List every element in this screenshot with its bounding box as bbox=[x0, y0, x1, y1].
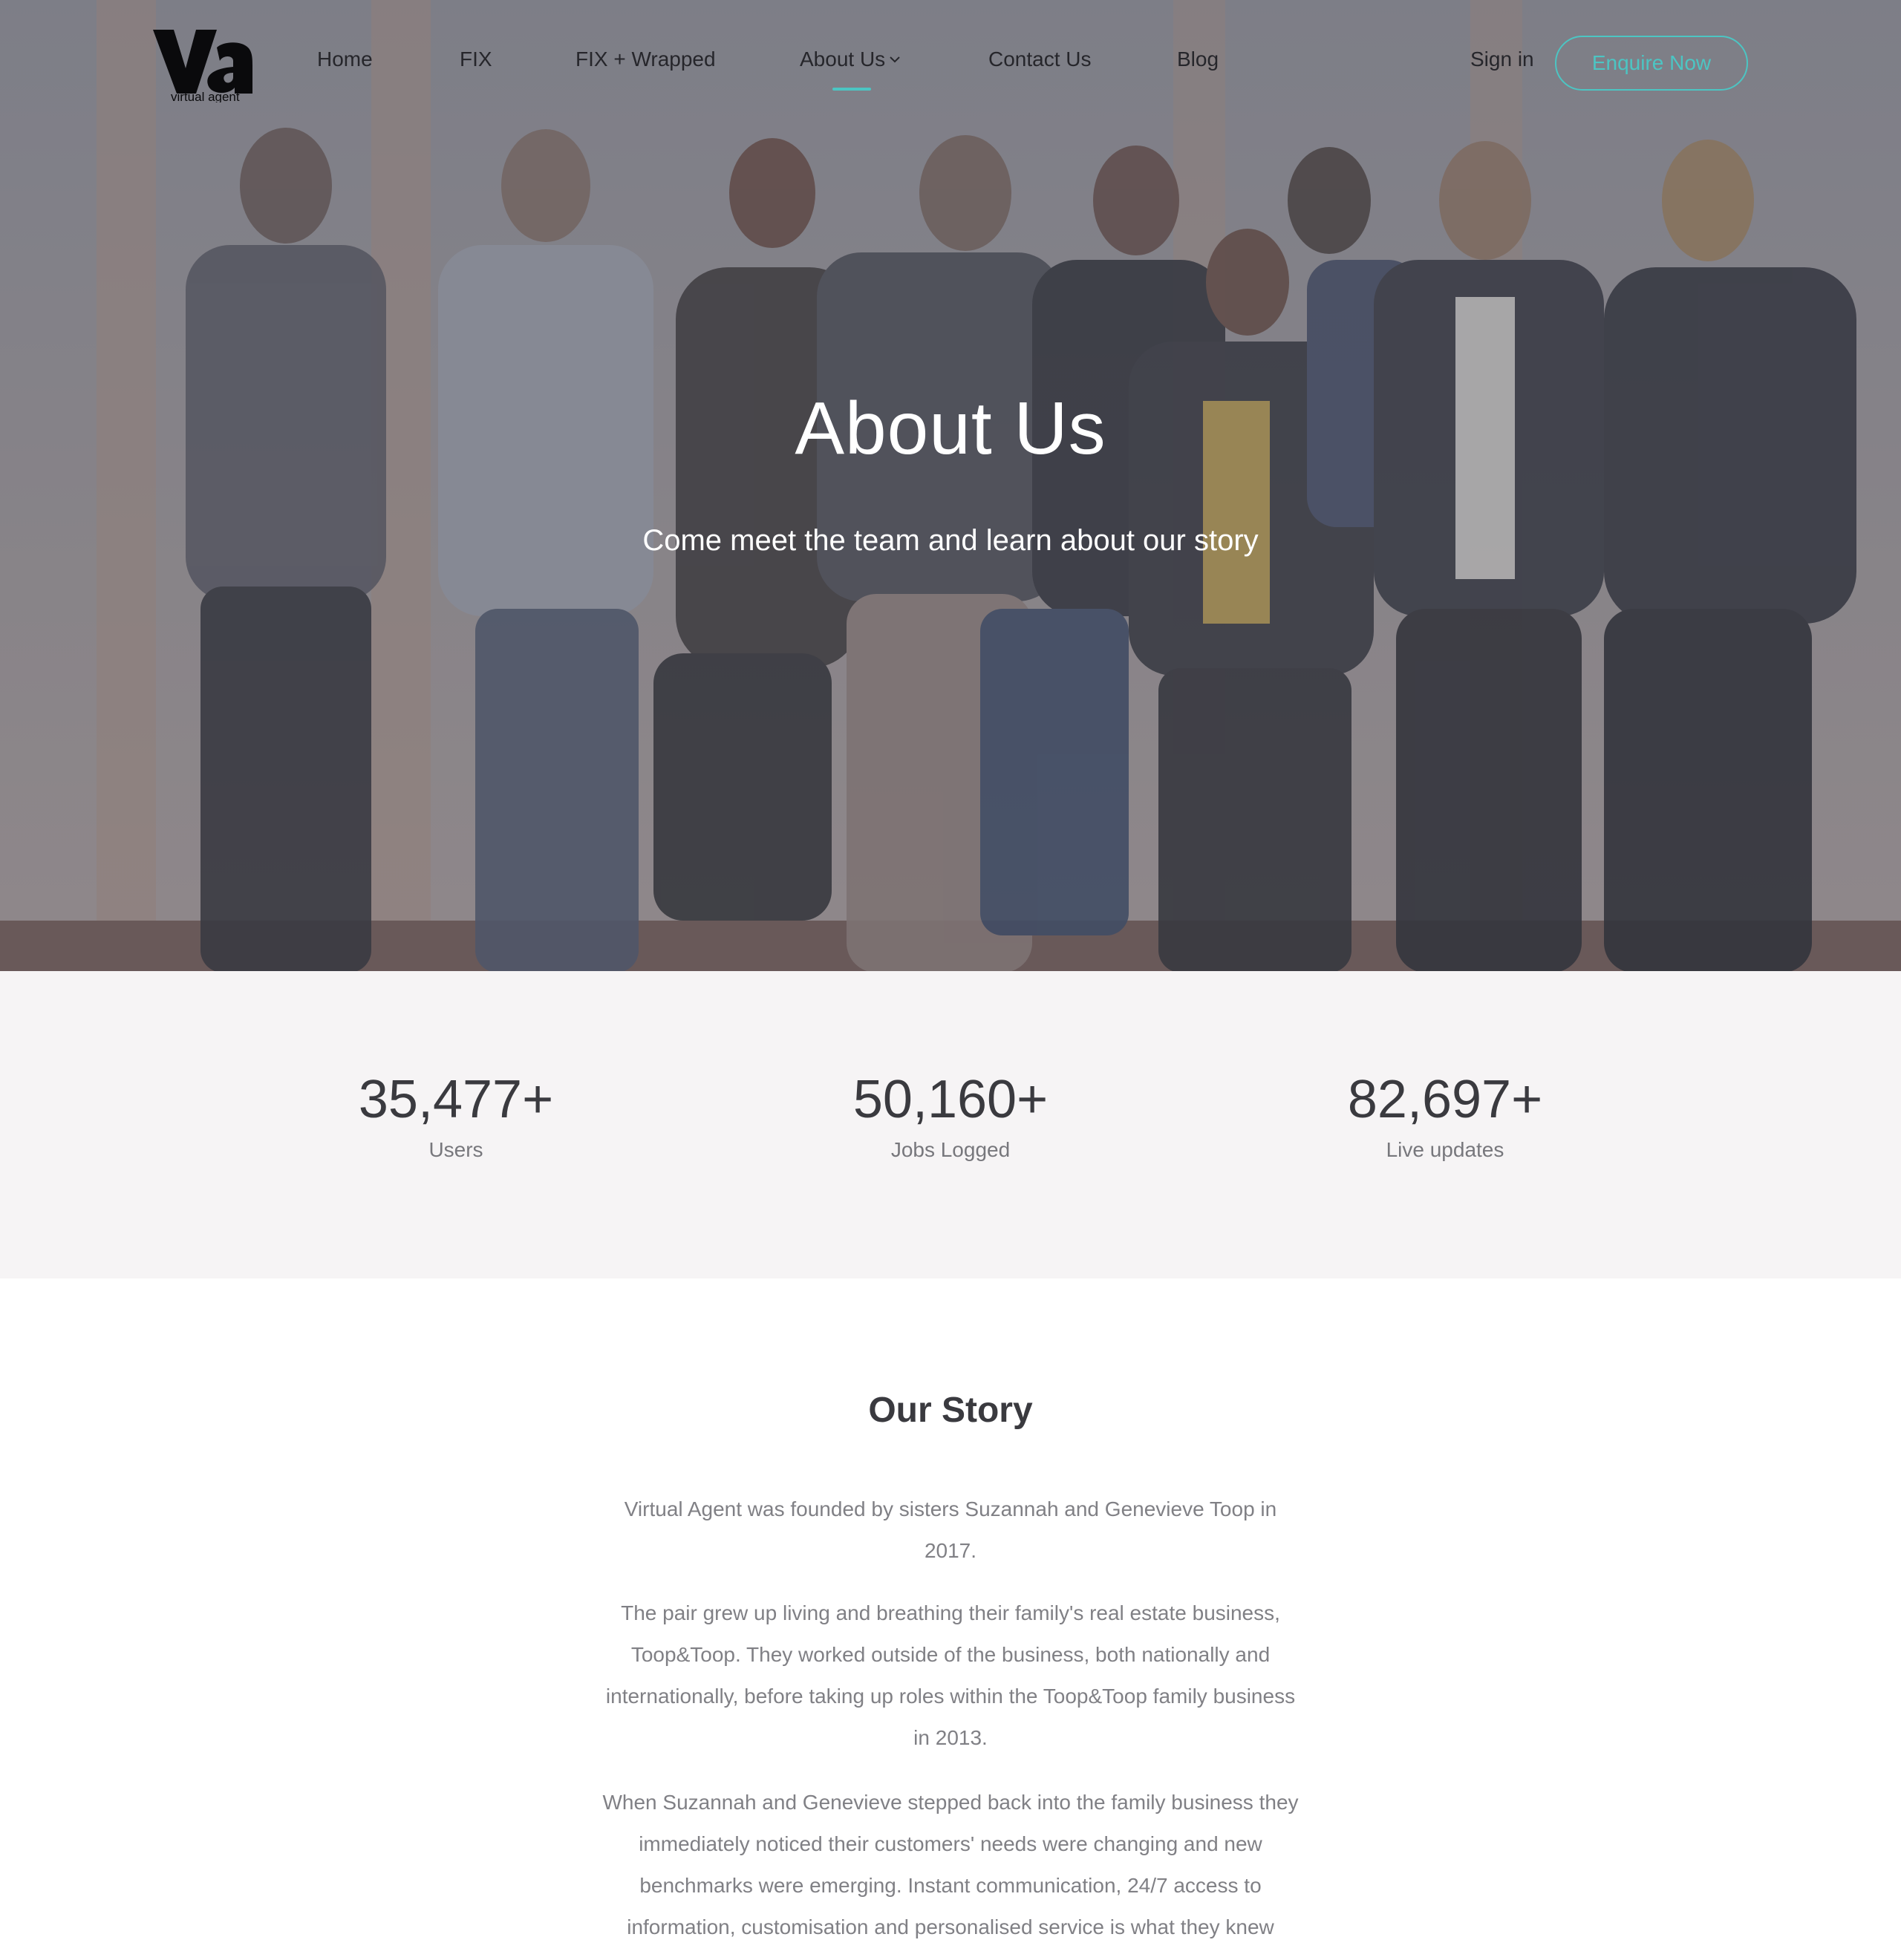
nav-contact-us[interactable]: Contact Us bbox=[988, 48, 1092, 71]
virtual-agent-logo[interactable]: virtual agent bbox=[151, 25, 255, 102]
stat-live-updates: 82,697+ Live updates bbox=[1259, 1070, 1631, 1162]
story-paragraph: When Suzannah and Genevieve stepped back… bbox=[602, 1791, 1299, 1938]
stat-label: Jobs Logged bbox=[890, 1138, 1011, 1162]
hero-section: virtual agent Home FIX FIX + Wrapped Abo… bbox=[0, 0, 1901, 971]
nav-about-us[interactable]: About Us bbox=[800, 48, 900, 91]
nav-blog[interactable]: Blog bbox=[1177, 48, 1219, 71]
nav-about-us-label: About Us bbox=[800, 48, 886, 71]
page-title: About Us bbox=[795, 387, 1106, 470]
nav-fix-wrapped[interactable]: FIX + Wrapped bbox=[575, 48, 716, 71]
nav-fix[interactable]: FIX bbox=[460, 48, 492, 71]
svg-text:virtual agent: virtual agent bbox=[171, 90, 240, 102]
stat-jobs-logged: 50,160+ Jobs Logged bbox=[765, 1070, 1136, 1162]
story-paragraph: The pair grew up living and breathing th… bbox=[605, 1601, 1296, 1749]
hero-overlay bbox=[0, 0, 1901, 971]
chevron-down-icon bbox=[890, 56, 900, 63]
stat-label: Live updates bbox=[1386, 1138, 1504, 1162]
sign-in-link[interactable]: Sign in bbox=[1470, 48, 1534, 71]
stat-users: 35,477+ Users bbox=[270, 1070, 642, 1162]
stat-value: 35,477+ bbox=[358, 1070, 554, 1129]
our-story-heading: Our Story bbox=[868, 1391, 1033, 1430]
top-navigation: virtual agent Home FIX FIX + Wrapped Abo… bbox=[0, 0, 1901, 111]
nav-home[interactable]: Home bbox=[317, 48, 373, 71]
stat-label: Users bbox=[428, 1138, 483, 1162]
stats-section: 35,477+ Users 50,160+ Jobs Logged 82,697… bbox=[0, 971, 1901, 1278]
enquire-now-button[interactable]: Enquire Now bbox=[1555, 36, 1748, 91]
hero-subtitle: Come meet the team and learn about our s… bbox=[642, 524, 1259, 557]
story-paragraph: Virtual Agent was founded by sisters Suz… bbox=[624, 1497, 1277, 1562]
stat-value: 50,160+ bbox=[852, 1070, 1049, 1129]
stat-value: 82,697+ bbox=[1347, 1070, 1543, 1129]
